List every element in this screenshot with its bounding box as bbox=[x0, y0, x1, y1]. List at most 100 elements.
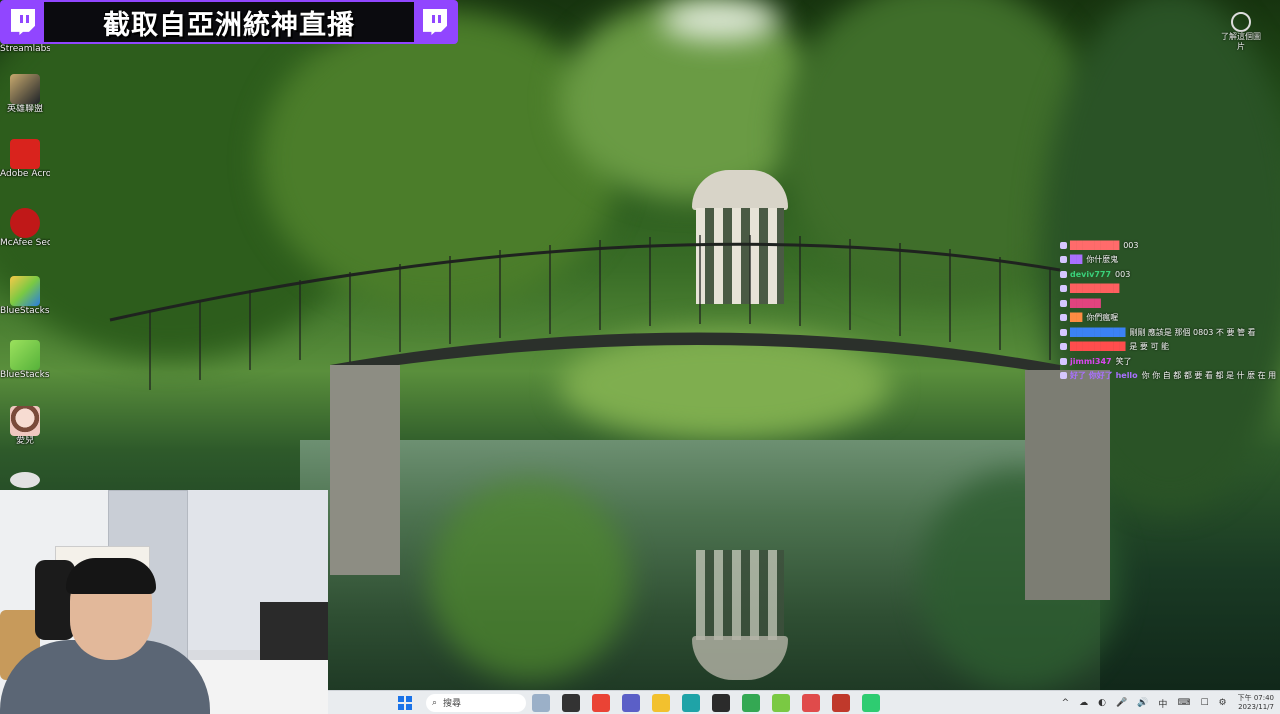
chat-message: █████████ 是 要 可 能 bbox=[1060, 340, 1278, 355]
tray-icon[interactable]: ☐ bbox=[1200, 698, 1208, 708]
green-app-taskbar-icon[interactable] bbox=[862, 693, 880, 712]
tray-icon[interactable]: ◐ bbox=[1098, 698, 1106, 708]
chat-message: deviv777 003 bbox=[1060, 267, 1278, 282]
chat-username: ████████ bbox=[1070, 284, 1120, 294]
chat-badge-icon bbox=[1060, 270, 1067, 278]
system-tray: ^ ☁ ◐ 🎤 🔊 中 ⌨ ☐ ⚙ 下午 07:40 2023/11/7 bbox=[1057, 691, 1274, 714]
tray-icon[interactable]: ☁ bbox=[1079, 698, 1088, 708]
desktop-shortcut-label: 英雄聯盟 bbox=[6, 104, 43, 114]
league-of-legends-icon bbox=[10, 74, 40, 104]
stream-chat-overlay: ████████ 003 ██ 你什麼鬼 deviv777 003 ████████ ████… bbox=[1060, 238, 1278, 383]
wallpaper-info-button[interactable]: 了解這個圖片 bbox=[1221, 12, 1261, 52]
chat-message: jimmi347 笑了 bbox=[1060, 354, 1278, 369]
chat-username: ██ bbox=[1070, 255, 1083, 265]
desktop-shortcut-portrait[interactable]: 愛兒 bbox=[2, 406, 48, 447]
tray-icons: ^ ☁ ◐ 🎤 🔊 中 ⌨ ☐ ⚙ bbox=[1057, 697, 1232, 710]
chat-badge-icon bbox=[1060, 285, 1067, 293]
chat-text: 笑了 bbox=[1115, 356, 1132, 366]
chat-text: 剛剛 應該是 那個 0803 不 要 管 看 bbox=[1129, 327, 1256, 337]
tray-icon[interactable]: 🔊 bbox=[1137, 698, 1148, 708]
windows-start-icon[interactable] bbox=[396, 694, 414, 712]
chat-message: █████ bbox=[1060, 296, 1278, 311]
bridge-pier-right bbox=[1025, 370, 1110, 600]
tray-icon[interactable]: 🎤 bbox=[1116, 698, 1127, 708]
chat-badge-icon bbox=[1060, 357, 1067, 365]
tray-icon[interactable]: 中 bbox=[1158, 697, 1167, 710]
chat-message: ████████ bbox=[1060, 282, 1278, 297]
chat-badge-icon bbox=[1060, 343, 1067, 351]
desktop-shortcut-acrobat[interactable]: Adobe Acrobat bbox=[0, 139, 50, 180]
clock-date: 2023/11/7 bbox=[1238, 703, 1274, 711]
bridge-handrail bbox=[109, 242, 1061, 322]
banner-title: 截取自亞洲統神直播 bbox=[103, 9, 355, 41]
partial-shortcut-icon bbox=[10, 472, 40, 488]
tray-icon[interactable]: ^ bbox=[1062, 698, 1070, 708]
twitch-logo-icon bbox=[2, 2, 44, 42]
store-icon[interactable] bbox=[712, 693, 730, 712]
chat-username: jimmi347 bbox=[1070, 356, 1112, 366]
desktop-shortcut-partial[interactable] bbox=[2, 472, 48, 488]
chat-text: 你什麼鬼 bbox=[1086, 255, 1119, 265]
edge-icon[interactable] bbox=[682, 693, 700, 712]
desktop-shortcut-label: McAfee Security bbox=[0, 238, 50, 248]
task-view-icon[interactable] bbox=[562, 693, 580, 712]
tray-icon[interactable]: ⚙ bbox=[1219, 698, 1227, 708]
desktop-shortcut-label: Adobe Acrobat bbox=[0, 169, 50, 179]
widget-icon[interactable] bbox=[532, 693, 550, 712]
bluestacks-icon bbox=[10, 276, 40, 306]
tray-icon[interactable]: ⌨ bbox=[1177, 698, 1190, 708]
chat-badge-icon bbox=[1060, 314, 1067, 322]
webcam-overlay bbox=[0, 490, 328, 714]
desktop-shortcut-bluestacks[interactable]: BlueStacks 5 bbox=[0, 276, 50, 317]
chat-badge-icon bbox=[1060, 328, 1067, 336]
chat-text: 你 你 自 都 都 要 看 都 是 什 麼 在 用 得 分 分 身 一 下 來 … bbox=[1141, 371, 1278, 381]
teams-icon[interactable] bbox=[622, 693, 640, 712]
webcam-streamer-hair bbox=[66, 558, 156, 594]
desktop-shortcut-label: BlueStacks 5 bbox=[0, 306, 50, 316]
bridge-pier-left bbox=[330, 365, 400, 575]
bluestacks-taskbar-icon[interactable] bbox=[772, 693, 790, 712]
desktop-shortcut-label: BlueStacks Multi-Inst bbox=[0, 370, 50, 380]
wallpaper-info-label: 了解這個圖片 bbox=[1221, 32, 1261, 51]
taskbar-clock[interactable]: 下午 07:40 2023/11/7 bbox=[1238, 694, 1274, 712]
chat-text: 你們瘋喔 bbox=[1086, 313, 1119, 323]
chat-username: ████████ bbox=[1070, 240, 1120, 250]
chat-badge-icon bbox=[1060, 372, 1067, 380]
taskbar-search-box[interactable]: ⌕ 搜尋 bbox=[426, 693, 526, 712]
chat-badge-icon bbox=[1060, 299, 1067, 307]
chat-text: 是 要 可 能 bbox=[1129, 342, 1170, 352]
search-icon: ⌕ bbox=[432, 697, 438, 708]
portrait-shortcut-icon bbox=[10, 406, 40, 436]
chat-message: ████████ 003 bbox=[1060, 238, 1278, 253]
desktop-shortcut-bluestacks-multi[interactable]: BlueStacks Multi-Inst bbox=[0, 340, 50, 381]
chrome-2-icon[interactable] bbox=[742, 693, 760, 712]
chat-username: █████████ bbox=[1070, 342, 1126, 352]
taskbar-apps bbox=[526, 693, 886, 712]
desktop-shortcut-label: 愛兒 bbox=[15, 436, 34, 446]
chat-text: 003 bbox=[1115, 269, 1131, 279]
mcafee-icon bbox=[10, 208, 40, 238]
chat-username: █████ bbox=[1070, 298, 1101, 308]
chat-username: ██ bbox=[1070, 313, 1083, 323]
bluestacks-multi-icon bbox=[10, 340, 40, 370]
adobe-acrobat-icon bbox=[10, 139, 40, 169]
desktop-shortcut-mcafee[interactable]: McAfee Security bbox=[0, 208, 50, 249]
chat-message: █████████ 剛剛 應該是 那個 0803 不 要 管 看 bbox=[1060, 325, 1278, 340]
windows-taskbar: ⌕ 搜尋 ^ ☁ ◐ 🎤 🔊 中 ⌨ ☐ ⚙ 下午 07:40 2023/11/7 bbox=[328, 690, 1280, 714]
desktop-shortcut-streamlabs[interactable]: Streamlabs Desktop bbox=[0, 44, 50, 55]
chat-badge-icon bbox=[1060, 256, 1067, 264]
bridge-railings bbox=[149, 235, 1051, 390]
streamlabs-taskbar-icon[interactable] bbox=[802, 693, 820, 712]
chat-badge-icon bbox=[1060, 241, 1067, 249]
stream-banner: 截取自亞洲統神直播 bbox=[0, 0, 458, 44]
file-explorer-icon[interactable] bbox=[652, 693, 670, 712]
twitch-logo-icon bbox=[414, 2, 456, 42]
desktop-shortcut-league[interactable]: 英雄聯盟 bbox=[2, 74, 48, 115]
camera-info-icon bbox=[1231, 12, 1251, 32]
chat-text: 003 bbox=[1123, 240, 1139, 250]
chat-username: deviv777 bbox=[1070, 269, 1112, 279]
chrome-icon[interactable] bbox=[592, 693, 610, 712]
search-placeholder: 搜尋 bbox=[443, 699, 462, 709]
app-taskbar-icon[interactable] bbox=[832, 693, 850, 712]
chat-message: 好了 你好了 hello你 你 自 都 都 要 看 都 是 什 麼 在 用 得 … bbox=[1060, 369, 1278, 384]
